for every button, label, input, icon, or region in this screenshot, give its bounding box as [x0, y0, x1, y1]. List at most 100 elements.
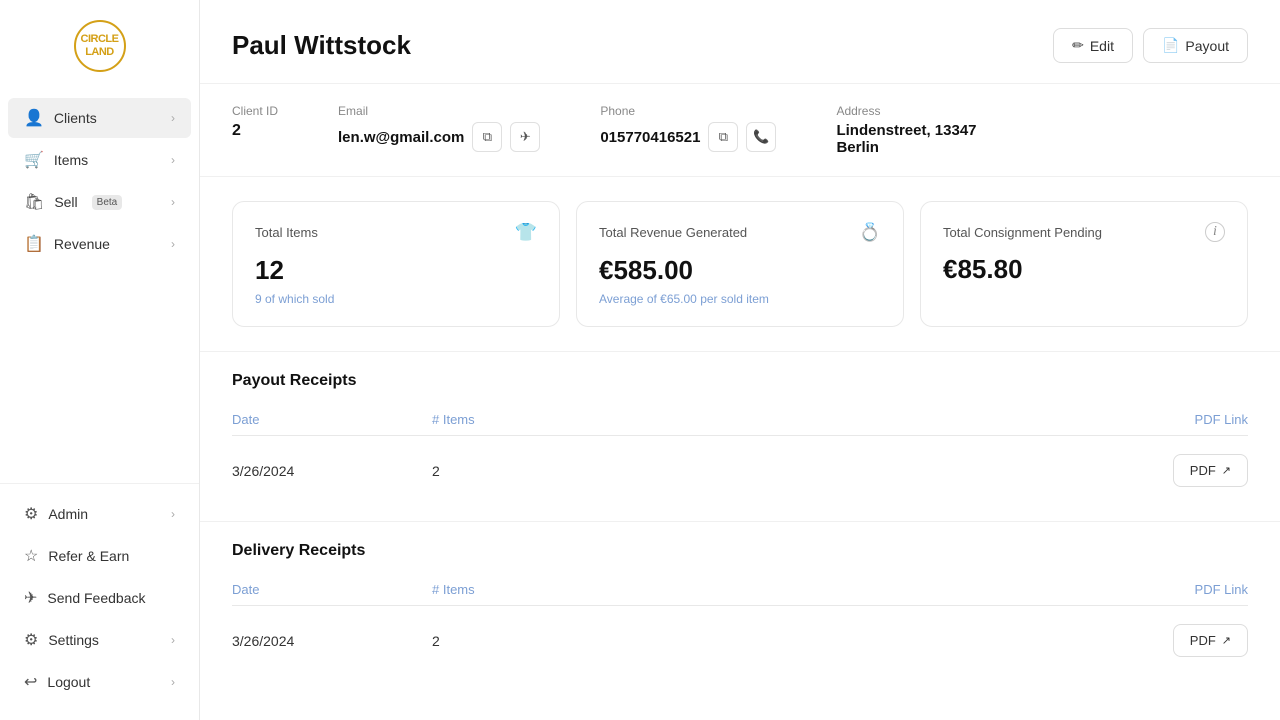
payout-receipts-section: Payout Receipts Date # Items PDF Link 3/…: [200, 352, 1280, 521]
delivery-row-date-0: 3/26/2024: [232, 633, 432, 649]
delivery-pdf-action-0: PDF ↗: [1173, 624, 1248, 657]
sidebar-nav: 👤 Clients › 🛒 Items › 🛍 Sell Beta › 📋 Re…: [0, 88, 199, 483]
payout-col-pdf: PDF Link: [1195, 412, 1248, 427]
sidebar-item-admin[interactable]: ⚙ Admin ›: [8, 494, 191, 534]
sidebar-label-revenue: Revenue: [54, 236, 110, 252]
client-email-group: Email len.w@gmail.com ⧉ ✈: [338, 104, 540, 152]
client-info: Client ID 2 Email len.w@gmail.com ⧉ ✈ Ph…: [200, 84, 1280, 177]
stats-grid: Total Items 👕 12 9 of which sold Total R…: [232, 201, 1248, 327]
settings-icon: ⚙: [24, 630, 38, 650]
sidebar-label-clients: Clients: [54, 110, 97, 126]
payout-receipts-header: Date # Items PDF Link: [232, 404, 1248, 436]
stats-section: Total Items 👕 12 9 of which sold Total R…: [200, 177, 1280, 352]
logout-icon: ↩: [24, 672, 37, 692]
stat-title-consignment: Total Consignment Pending: [943, 225, 1102, 240]
call-button[interactable]: 📞: [746, 122, 776, 152]
edit-button[interactable]: ✏ Edit: [1053, 28, 1133, 63]
edit-icon: ✏: [1072, 37, 1084, 54]
payout-icon: 📄: [1162, 37, 1179, 54]
chevron-icon-sell: ›: [171, 195, 175, 209]
stat-card-total-items: Total Items 👕 12 9 of which sold: [232, 201, 560, 327]
client-phone-label: Phone: [600, 104, 776, 118]
sidebar-label-items: Items: [54, 152, 88, 168]
client-id-label: Client ID: [232, 104, 278, 118]
sidebar-bottom: ⚙ Admin › ☆ Refer & Earn ✈ Send Feedback…: [0, 483, 199, 720]
page-header: Paul Wittstock ✏ Edit 📄 Payout: [200, 0, 1280, 84]
sidebar-label-logout: Logout: [47, 674, 90, 690]
send-feedback-icon: ✈: [24, 588, 37, 608]
sidebar-item-sell[interactable]: 🛍 Sell Beta ›: [8, 182, 191, 222]
stat-sub-revenue: Average of €65.00 per sold item: [599, 292, 881, 306]
payout-pdf-action-0: PDF ↗: [1173, 454, 1248, 487]
stat-card-total-revenue: Total Revenue Generated 💍 €585.00 Averag…: [576, 201, 904, 327]
stat-sub-items: 9 of which sold: [255, 292, 537, 306]
sidebar-label-settings: Settings: [48, 632, 99, 648]
stat-value-items: 12: [255, 255, 537, 286]
main-content: Paul Wittstock ✏ Edit 📄 Payout Client ID…: [200, 0, 1280, 720]
delivery-pdf-label-0: PDF: [1190, 633, 1216, 648]
chevron-icon-admin: ›: [171, 507, 175, 521]
items-icon: 🛒: [24, 150, 44, 170]
sell-badge: Beta: [92, 195, 123, 210]
sidebar-label-send-feedback: Send Feedback: [47, 590, 145, 606]
payout-label: Payout: [1185, 38, 1229, 54]
payout-pdf-button-0[interactable]: PDF ↗: [1173, 454, 1248, 487]
stat-icon-consignment: i: [1205, 222, 1225, 242]
copy-phone-button[interactable]: ⧉: [708, 122, 738, 152]
delivery-pdf-button-0[interactable]: PDF ↗: [1173, 624, 1248, 657]
sidebar-item-logout[interactable]: ↩ Logout ›: [8, 662, 191, 702]
sidebar-item-send-feedback[interactable]: ✈ Send Feedback: [8, 578, 191, 618]
client-email-value: len.w@gmail.com: [338, 129, 464, 146]
sidebar-label-sell: Sell: [54, 194, 77, 210]
revenue-icon: 📋: [24, 234, 44, 254]
sidebar-item-clients[interactable]: 👤 Clients ›: [8, 98, 191, 138]
sidebar-item-revenue[interactable]: 📋 Revenue ›: [8, 224, 191, 264]
sidebar-item-refer-earn[interactable]: ☆ Refer & Earn: [8, 536, 191, 576]
payout-row-0: 3/26/2024 2 PDF ↗: [232, 440, 1248, 501]
stat-title-items: Total Items: [255, 225, 318, 240]
sidebar-item-settings[interactable]: ⚙ Settings ›: [8, 620, 191, 660]
client-id-group: Client ID 2: [232, 104, 278, 140]
client-phone-group: Phone 015770416521 ⧉ 📞: [600, 104, 776, 152]
sidebar-label-admin: Admin: [48, 506, 88, 522]
client-address-label: Address: [836, 104, 976, 118]
payout-button[interactable]: 📄 Payout: [1143, 28, 1248, 63]
delivery-row-items-0: 2: [432, 633, 582, 649]
payout-pdf-label-0: PDF: [1190, 463, 1216, 478]
chevron-icon-revenue: ›: [171, 237, 175, 251]
logo-icon: CIRCLELAND: [74, 20, 126, 72]
copy-email-button[interactable]: ⧉: [472, 122, 502, 152]
payout-col-items: # Items: [432, 412, 582, 427]
stat-value-consignment: €85.80: [943, 254, 1225, 285]
delivery-row-0: 3/26/2024 2 PDF ↗: [232, 610, 1248, 671]
send-email-button[interactable]: ✈: [510, 122, 540, 152]
address-line2: Berlin: [836, 139, 976, 156]
address-line1: Lindenstreet, 13347: [836, 122, 976, 139]
stat-icon-revenue: 💍: [859, 222, 881, 243]
client-email-row: len.w@gmail.com ⧉ ✈: [338, 122, 540, 152]
payout-row-date-0: 3/26/2024: [232, 463, 432, 479]
sidebar-label-refer-earn: Refer & Earn: [48, 548, 129, 564]
stat-icon-items: 👕: [515, 222, 537, 243]
delivery-receipts-title: Delivery Receipts: [232, 542, 1248, 560]
stat-title-revenue: Total Revenue Generated: [599, 225, 747, 240]
chevron-icon: ›: [171, 111, 175, 125]
external-link-icon: ↗: [1222, 464, 1231, 477]
client-id-value: 2: [232, 122, 278, 140]
client-phone-value: 015770416521: [600, 129, 700, 146]
client-address-value: Lindenstreet, 13347 Berlin: [836, 122, 976, 156]
client-address-group: Address Lindenstreet, 13347 Berlin: [836, 104, 976, 156]
delivery-col-pdf: PDF Link: [1195, 582, 1248, 597]
client-email-label: Email: [338, 104, 540, 118]
sidebar-item-items[interactable]: 🛒 Items ›: [8, 140, 191, 180]
clients-icon: 👤: [24, 108, 44, 128]
logo: CIRCLELAND: [0, 0, 199, 88]
admin-icon: ⚙: [24, 504, 38, 524]
sell-icon: 🛍: [24, 192, 44, 212]
edit-label: Edit: [1090, 38, 1114, 54]
chevron-icon-settings: ›: [171, 633, 175, 647]
delivery-col-items: # Items: [432, 582, 582, 597]
chevron-icon-items: ›: [171, 153, 175, 167]
delivery-receipts-section: Delivery Receipts Date # Items PDF Link …: [200, 521, 1280, 691]
refer-earn-icon: ☆: [24, 546, 38, 566]
